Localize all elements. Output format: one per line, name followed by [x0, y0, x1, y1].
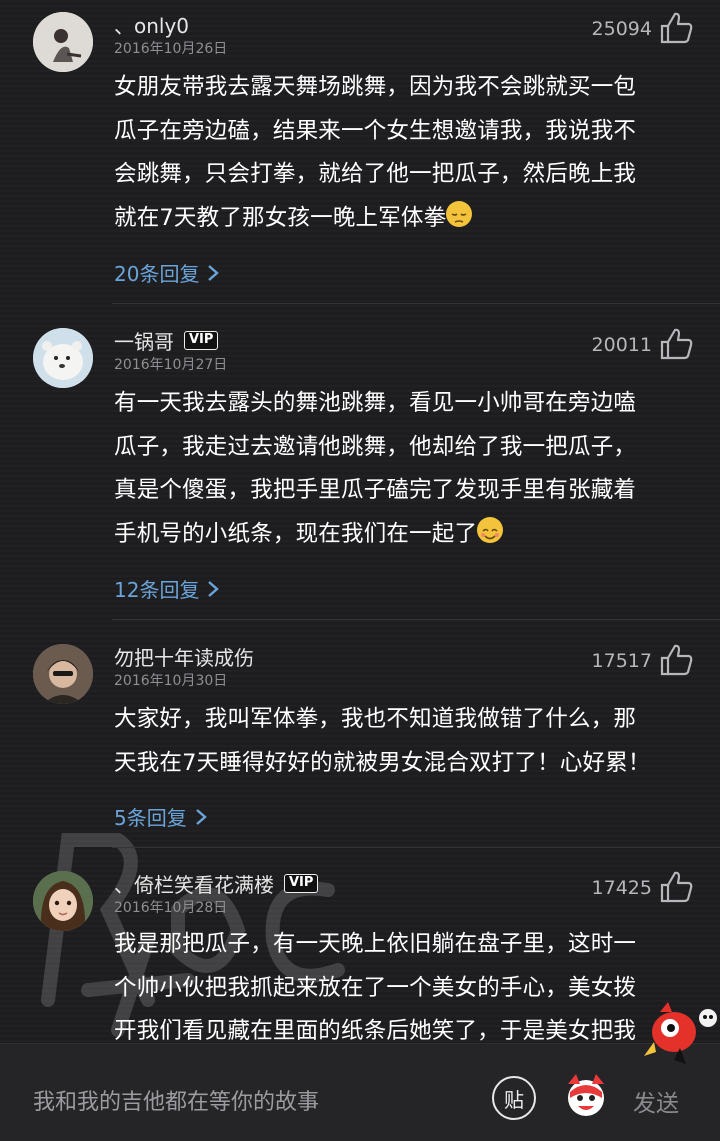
- replies-link[interactable]: 12条回复: [114, 574, 220, 603]
- replies-count[interactable]: 12条回复: [114, 574, 199, 603]
- vip-badge: VIP: [284, 874, 319, 893]
- replies-link[interactable]: 20条回复: [114, 258, 220, 287]
- vip-badge: VIP: [184, 331, 219, 350]
- username-text[interactable]: 勿把十年读成伤: [114, 642, 254, 671]
- username-text[interactable]: 、倚栏笑看花满楼: [114, 869, 274, 898]
- replies-count[interactable]: 5条回复: [114, 802, 187, 831]
- chevron-right-icon: [208, 580, 220, 597]
- avatar[interactable]: [33, 328, 93, 388]
- username-text[interactable]: 、only0: [114, 10, 189, 39]
- username[interactable]: 、倚栏笑看花满楼 VIP: [114, 869, 319, 898]
- replies-link[interactable]: 5条回复: [114, 802, 207, 831]
- comment-date: 2016年10月27日: [114, 357, 228, 373]
- comment-item: 勿把十年读成伤 2016年10月30日 17517 大家好，我叫军体拳，我也不知…: [0, 632, 720, 848]
- like-count: 25094: [591, 18, 652, 40]
- comment-item: 、倚栏笑看花满楼 VIP 2016年10月28日 17425 我是那把瓜子，有一天…: [0, 859, 720, 1049]
- comment-line-last: 就在7天教了那女孩一晚上军体拳: [114, 197, 674, 241]
- thumbs-up-icon[interactable]: [660, 871, 694, 903]
- mascot-sticker-icon[interactable]: [640, 998, 720, 1068]
- comment-line: 大家好，我叫军体拳，我也不知道我做错了什么，那: [114, 706, 637, 732]
- comment-line-text: 手机号的小纸条，现在我们在一起了: [114, 520, 478, 547]
- username-text[interactable]: 一锅哥: [114, 326, 174, 355]
- thumbs-up-icon[interactable]: [660, 644, 694, 676]
- sticker-icon[interactable]: [560, 1070, 612, 1120]
- thumbs-up-icon[interactable]: [660, 12, 694, 44]
- send-button[interactable]: 发送: [633, 1084, 679, 1118]
- username[interactable]: 、only0: [114, 10, 189, 39]
- divider: [112, 847, 720, 848]
- smiling-face-icon: [477, 516, 504, 543]
- avatar[interactable]: [33, 871, 93, 931]
- paste-label[interactable]: 贴: [504, 1084, 524, 1113]
- comment-item: 、only0 2016年10月26日 25094 女朋友带我去露天舞场跳舞，因为…: [0, 0, 720, 304]
- comment-date: 2016年10月26日: [114, 41, 228, 57]
- chevron-right-icon: [195, 808, 207, 825]
- divider: [112, 303, 720, 304]
- comment-line: 瓜子在旁边磕，结果来一个女生想邀请我，我说我不: [114, 117, 637, 144]
- comment-line: 女朋友带我去露天舞场跳舞，因为我不会跳就买一包: [114, 74, 637, 100]
- comment-line: 个帅小伙把我抓起来放在了一个美女的手心，美女拨: [114, 974, 637, 1001]
- like-count: 20011: [591, 334, 652, 356]
- avatar[interactable]: [33, 644, 93, 704]
- comment-input-bar: 我和我的吉他都在等你的故事 贴 发送: [0, 1043, 720, 1141]
- comment-body: 大家好，我叫军体拳，我也不知道我做错了什么，那 天我在7天睡得好好的就被男女混合…: [114, 698, 674, 785]
- chevron-right-icon: [208, 264, 220, 281]
- comment-date: 2016年10月30日: [114, 673, 228, 689]
- thumbs-up-icon[interactable]: [660, 328, 694, 360]
- paste-button[interactable]: 贴: [492, 1076, 536, 1120]
- comment-date: 2016年10月28日: [114, 900, 228, 916]
- comment-line: 会跳舞，只会打拳，就给了他一把瓜子，然后晚上我: [114, 161, 637, 187]
- divider: [112, 619, 720, 620]
- like-count: 17517: [591, 650, 652, 672]
- comment-body: 我是那把瓜子，有一天晚上依旧躺在盘子里，这时一 个帅小伙把我抓起来放在了一个美女…: [114, 923, 674, 1054]
- comment-line-text: 就在7天教了那女孩一晚上军体拳: [114, 204, 447, 231]
- comment-line: 我是那把瓜子，有一天晚上依旧躺在盘子里，这时一: [114, 931, 637, 957]
- comments-page: 、only0 2016年10月26日 25094 女朋友带我去露天舞场跳舞，因为…: [0, 0, 720, 1141]
- avatar-image: [33, 644, 93, 704]
- comment-line: 有一天我去露头的舞池跳舞，看见一小帅哥在旁边嗑: [114, 390, 637, 416]
- avatar[interactable]: [33, 12, 93, 72]
- replies-count[interactable]: 20条回复: [114, 258, 199, 287]
- comment-line: 天我在7天睡得好好的就被男女混合双打了！心好累！: [114, 749, 651, 776]
- comment-item: 一锅哥 VIP 2016年10月27日 20011 有一天我去露头的舞池跳舞，看见…: [0, 316, 720, 620]
- pensive-face-icon: [446, 200, 473, 227]
- comment-input[interactable]: 我和我的吉他都在等你的故事: [33, 1084, 319, 1116]
- comment-body: 女朋友带我去露天舞场跳舞，因为我不会跳就买一包 瓜子在旁边磕，结果来一个女生想邀…: [114, 66, 674, 240]
- like-count: 17425: [591, 877, 652, 899]
- username[interactable]: 勿把十年读成伤: [114, 642, 254, 671]
- avatar-image: [33, 328, 93, 388]
- comment-line-last: 手机号的小纸条，现在我们在一起了: [114, 513, 674, 557]
- username[interactable]: 一锅哥 VIP: [114, 326, 219, 355]
- comment-line: 真是个傻蛋，我把手里瓜子磕完了发现手里有张藏着: [114, 477, 637, 503]
- avatar-image: [33, 12, 93, 72]
- comment-body: 有一天我去露头的舞池跳舞，看见一小帅哥在旁边嗑 瓜子，我走过去邀请他跳舞，他却给…: [114, 382, 674, 556]
- avatar-image: [33, 871, 93, 931]
- comment-line: 瓜子，我走过去邀请他跳舞，他却给了我一把瓜子，: [114, 433, 637, 460]
